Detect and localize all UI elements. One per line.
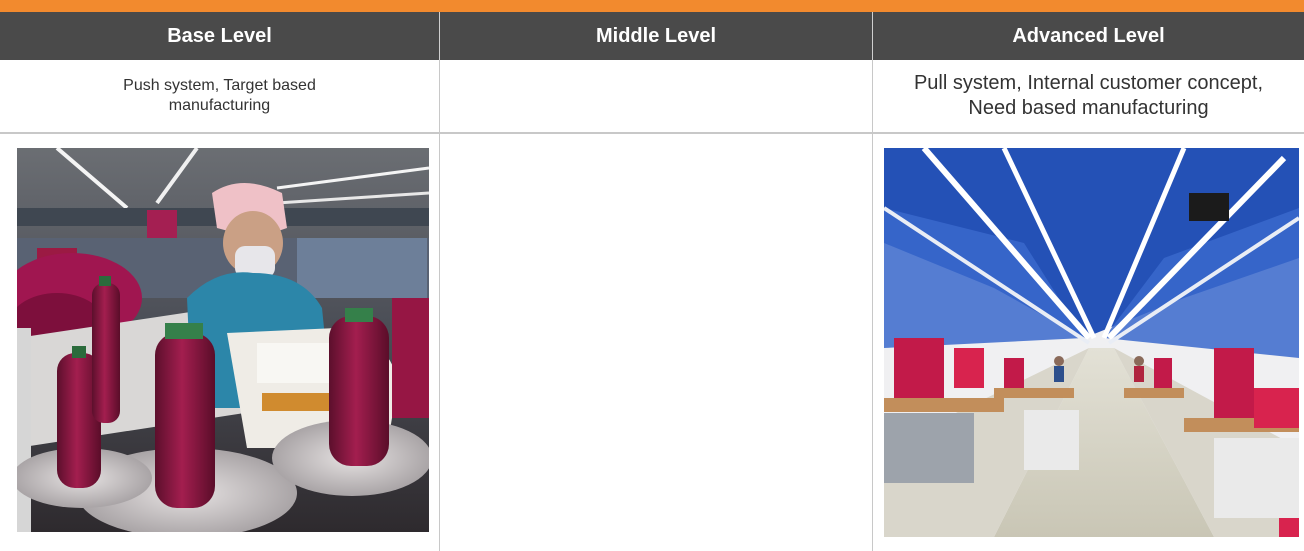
sewing-worker-photo <box>17 148 429 532</box>
advanced-level-image-cell <box>873 134 1304 551</box>
advanced-description-line-2: Need based manufacturing <box>968 97 1209 119</box>
orange-accent-bar <box>0 0 1304 12</box>
middle-level-image-cell <box>440 134 873 551</box>
factory-production-line-photo <box>884 148 1299 537</box>
middle-level-description <box>440 60 873 132</box>
advanced-description-line-1: Pull system, Internal customer concept, <box>913 72 1264 94</box>
table-header-row: Base Level Middle Level Advanced Level <box>0 12 1304 60</box>
base-description-line-1: Push system, Target based <box>123 77 316 94</box>
header-advanced-level: Advanced Level <box>1012 24 1165 47</box>
base-level-description: Push system, Target based manufacturing <box>0 60 440 132</box>
description-row: Push system, Target based manufacturing … <box>0 60 1304 134</box>
advanced-level-description: Pull system, Internal customer concept, … <box>873 60 1304 132</box>
header-middle-level: Middle Level <box>440 12 873 60</box>
header-base-level: Base Level <box>0 12 440 60</box>
base-level-image-cell <box>0 134 440 551</box>
image-row <box>0 134 1304 551</box>
base-description-line-2: manufacturing <box>168 97 271 114</box>
